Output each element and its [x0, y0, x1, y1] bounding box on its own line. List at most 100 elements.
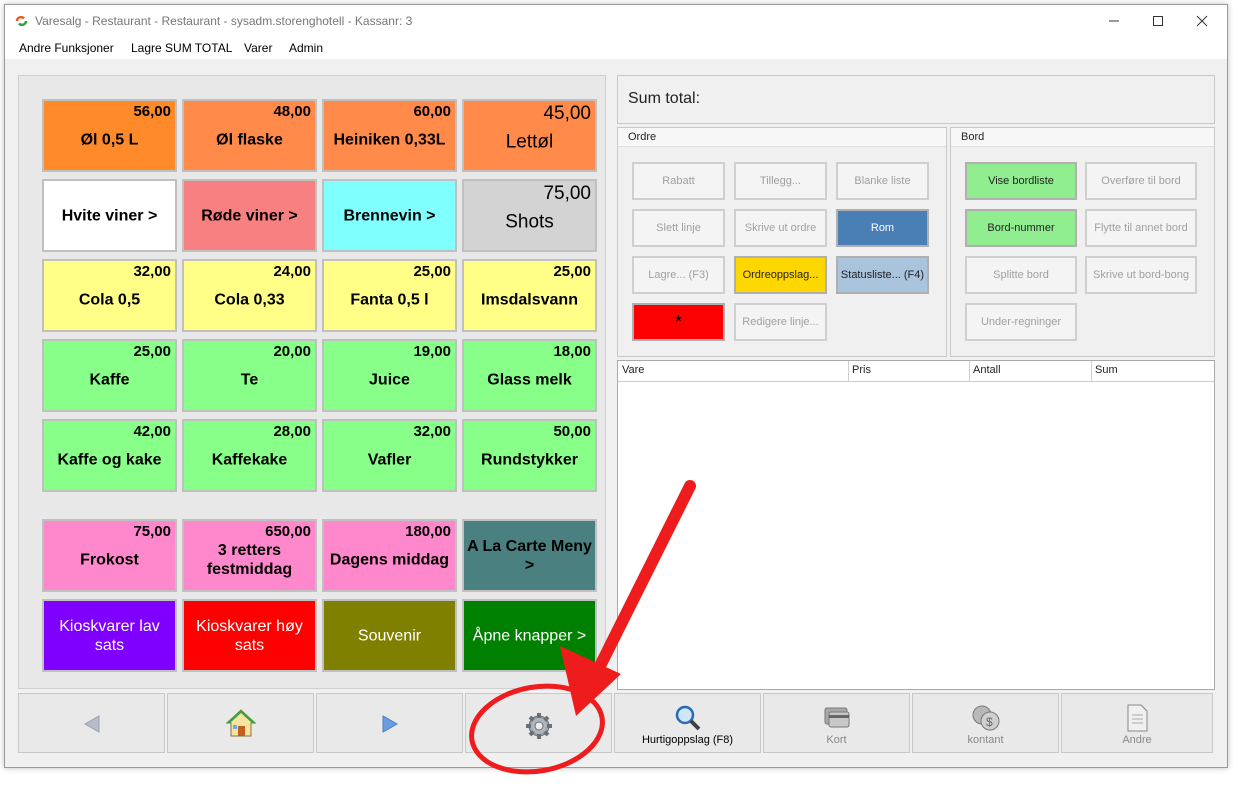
product-name: Glass melk	[487, 371, 572, 389]
product-price: 25,00	[133, 343, 171, 360]
product-name: Fanta 0,5 l	[350, 291, 429, 309]
product-button[interactable]: 48,00 Øl flaske	[182, 99, 317, 172]
arrow-left-icon	[83, 715, 101, 738]
column-pris[interactable]: Pris	[852, 364, 871, 376]
next-page-button[interactable]	[316, 693, 463, 753]
product-button[interactable]: 45,00 Lettøl	[462, 99, 597, 172]
blanke-liste-button[interactable]: Blanke liste	[836, 162, 929, 200]
rabatt-button[interactable]: Rabatt	[632, 162, 725, 200]
product-name: Brennevin >	[343, 207, 436, 224]
product-button[interactable]: 60,00 Heiniken 0,33L	[322, 99, 457, 172]
product-button[interactable]: 650,00 3 retters festmiddag	[182, 519, 317, 592]
product-button[interactable]: 50,00 Rundstykker	[462, 419, 597, 492]
maximize-button[interactable]	[1135, 5, 1181, 37]
close-button[interactable]	[1179, 5, 1225, 37]
kontant-label: kontant	[967, 734, 1004, 746]
product-price: 25,00	[413, 263, 451, 280]
skrive-ut-ordre-button[interactable]: Skrive ut ordre	[734, 209, 827, 247]
tillegg-button[interactable]: Tillegg...	[734, 162, 827, 200]
product-button[interactable]: 42,00 Kaffe og kake	[42, 419, 177, 492]
previous-page-button[interactable]	[18, 693, 165, 753]
app-window: Varesalg - Restaurant - Restaurant - sys…	[4, 4, 1228, 768]
product-name: Kaffe og kake	[57, 451, 162, 469]
product-price: 20,00	[273, 343, 311, 360]
product-button[interactable]: 28,00 Kaffekake	[182, 419, 317, 492]
bord-group-label: Bord	[961, 131, 985, 143]
skrive-ut-bord-bong-button[interactable]: Skrive ut bord-bong	[1085, 256, 1197, 294]
vise-bordliste-button[interactable]: Vise bordliste	[965, 162, 1077, 200]
statusliste-button[interactable]: Statusliste... (F4)	[836, 256, 929, 294]
product-button[interactable]: Kioskvarer høy sats	[182, 599, 317, 672]
product-button[interactable]: 75,00 Shots	[462, 179, 597, 252]
minimize-button[interactable]	[1091, 5, 1137, 37]
magnifier-icon	[674, 704, 702, 737]
redigere-linje-button[interactable]: Redigere linje...	[734, 303, 827, 341]
menu-lagre-sum-total[interactable]: Lagre SUM TOTAL	[131, 41, 232, 55]
product-button[interactable]: 56,00 Øl 0,5 L	[42, 99, 177, 172]
product-price: 32,00	[133, 263, 171, 280]
menu-bar: Andre Funksjoner Lagre SUM TOTAL Varer A…	[5, 37, 1227, 59]
product-price: 650,00	[265, 523, 311, 540]
product-name: Røde viner >	[201, 207, 298, 224]
product-name: Imsdalsvann	[481, 291, 578, 309]
overfore-til-bord-button[interactable]: Overføre til bord	[1085, 162, 1197, 200]
under-regninger-button[interactable]: Under-regninger	[965, 303, 1077, 341]
bord-nummer-button[interactable]: Bord-nummer	[965, 209, 1077, 247]
kort-button[interactable]: Kort	[763, 693, 910, 753]
splitte-bord-button[interactable]: Splitte bord	[965, 256, 1077, 294]
column-vare[interactable]: Vare	[622, 364, 644, 376]
andre-button[interactable]: Andre	[1061, 693, 1213, 753]
product-price: 24,00	[273, 263, 311, 280]
hurtigoppslag-button[interactable]: Hurtigoppslag (F8)	[614, 693, 761, 753]
order-lines-grid[interactable]: Vare Pris Antall Sum	[617, 360, 1215, 690]
product-button[interactable]: 180,00 Dagens middag	[322, 519, 457, 592]
kort-label: Kort	[826, 734, 847, 746]
product-button[interactable]: 32,00 Vafler	[322, 419, 457, 492]
window-title: Varesalg - Restaurant - Restaurant - sys…	[35, 14, 413, 28]
product-button[interactable]: Souvenir	[322, 599, 457, 672]
product-price: 50,00	[553, 423, 591, 440]
star-button[interactable]: *	[632, 303, 725, 341]
product-name: Kioskvarer høy sats	[196, 617, 303, 654]
column-antall[interactable]: Antall	[973, 364, 1001, 376]
product-name: Juice	[369, 371, 410, 389]
product-name: Lettøl	[505, 131, 554, 153]
product-button[interactable]: 25,00 Imsdalsvann	[462, 259, 597, 332]
product-button[interactable]: Åpne knapper >	[462, 599, 597, 672]
product-button[interactable]: 32,00 Cola 0,5	[42, 259, 177, 332]
arrow-right-icon	[381, 715, 399, 738]
product-button[interactable]: 25,00 Fanta 0,5 l	[322, 259, 457, 332]
product-button[interactable]: 25,00 Kaffe	[42, 339, 177, 412]
product-price: 180,00	[405, 523, 451, 540]
menu-varer[interactable]: Varer	[244, 41, 272, 55]
rom-button[interactable]: Rom	[836, 209, 929, 247]
slett-linje-button[interactable]: Slett linje	[632, 209, 725, 247]
gear-icon	[524, 711, 554, 746]
product-price: 42,00	[133, 423, 171, 440]
product-price: 28,00	[273, 423, 311, 440]
menu-andre-funksjoner[interactable]: Andre Funksjoner	[19, 41, 114, 55]
flytte-til-annet-bord-button[interactable]: Flytte til annet bord	[1085, 209, 1197, 247]
product-button[interactable]: Kioskvarer lav sats	[42, 599, 177, 672]
product-button[interactable]: 19,00 Juice	[322, 339, 457, 412]
settings-button[interactable]	[465, 693, 612, 753]
product-button[interactable]: Røde viner >	[182, 179, 317, 252]
product-button[interactable]: 75,00 Frokost	[42, 519, 177, 592]
product-button[interactable]: 24,00 Cola 0,33	[182, 259, 317, 332]
product-button[interactable]: 20,00 Te	[182, 339, 317, 412]
lagre-button[interactable]: Lagre... (F3)	[632, 256, 725, 294]
product-button[interactable]: Hvite viner >	[42, 179, 177, 252]
kontant-button[interactable]: $ kontant	[912, 693, 1059, 753]
bottom-toolbar: Hurtigoppslag (F8) Kort $ kontant Andre	[5, 691, 1227, 757]
product-price: 25,00	[553, 263, 591, 280]
product-name: Hvite viner >	[61, 207, 158, 224]
product-button[interactable]: Brennevin >	[322, 179, 457, 252]
home-button[interactable]	[167, 693, 314, 753]
product-button[interactable]: A La Carte Meny >	[462, 519, 597, 592]
menu-admin[interactable]: Admin	[289, 41, 323, 55]
product-button[interactable]: 18,00 Glass melk	[462, 339, 597, 412]
ordreoppslag-button[interactable]: Ordreoppslag...	[734, 256, 827, 294]
column-sum[interactable]: Sum	[1095, 364, 1118, 376]
maximize-icon	[1153, 16, 1163, 26]
product-name: 3 retters festmiddag	[206, 541, 293, 578]
